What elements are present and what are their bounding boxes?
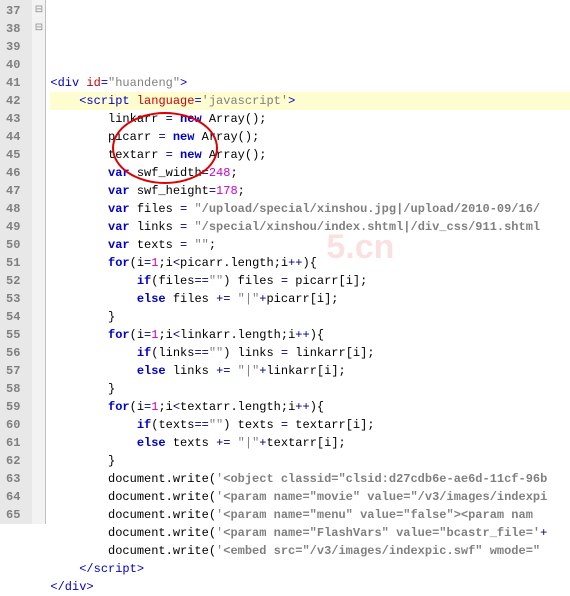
code-line[interactable]: picarr = new Array(); (50, 128, 570, 146)
fold-marker[interactable] (32, 488, 45, 506)
code-line[interactable]: document.write('<object classid="clsid:d… (50, 470, 570, 488)
code-line[interactable]: </div> (50, 578, 570, 596)
line-number: 42 (6, 92, 20, 110)
code-line[interactable]: else files += "|"+picarr[i]; (50, 290, 570, 308)
fold-marker[interactable] (32, 146, 45, 164)
fold-marker[interactable] (32, 416, 45, 434)
line-number-gutter: 3738394041424344454647484950515253545556… (0, 0, 32, 524)
code-line[interactable]: } (50, 452, 570, 470)
fold-marker[interactable] (32, 182, 45, 200)
fold-marker[interactable]: ⊟ (32, 2, 45, 20)
fold-marker[interactable] (32, 452, 45, 470)
fold-marker[interactable] (32, 380, 45, 398)
fold-gutter: ⊟⊟ (32, 0, 46, 524)
line-number: 64 (6, 488, 20, 506)
code-line[interactable]: for(i=1;i<linkarr.length;i++){ (50, 326, 570, 344)
line-number: 54 (6, 308, 20, 326)
code-line[interactable]: document.write('<param name="FlashVars" … (50, 524, 570, 542)
code-line[interactable]: document.write('<param name="menu" value… (50, 506, 570, 524)
fold-marker[interactable] (32, 506, 45, 524)
line-number: 41 (6, 74, 20, 92)
fold-marker[interactable] (32, 362, 45, 380)
code-line[interactable]: if(links=="") links = linkarr[i]; (50, 344, 570, 362)
code-line[interactable]: textarr = new Array(); (50, 146, 570, 164)
code-line[interactable]: <div id="huandeng"> (50, 74, 570, 92)
fold-marker[interactable] (32, 344, 45, 362)
fold-marker[interactable] (32, 254, 45, 272)
line-number: 58 (6, 380, 20, 398)
fold-marker[interactable] (32, 92, 45, 110)
code-line[interactable]: <script language='javascript'> (50, 92, 570, 110)
code-line[interactable]: else texts += "|"+textarr[i]; (50, 434, 570, 452)
code-line[interactable]: document.write('<embed src="/v3/images/i… (50, 542, 570, 560)
line-number: 56 (6, 344, 20, 362)
code-line[interactable]: var texts = ""; (50, 236, 570, 254)
fold-marker[interactable] (32, 110, 45, 128)
code-line[interactable]: var links = "/special/xinshou/index.shtm… (50, 218, 570, 236)
fold-marker[interactable] (32, 128, 45, 146)
line-number: 52 (6, 272, 20, 290)
line-number: 51 (6, 254, 20, 272)
line-number: 59 (6, 398, 20, 416)
line-number: 65 (6, 506, 20, 524)
fold-marker[interactable]: ⊟ (32, 20, 45, 38)
fold-marker[interactable] (32, 74, 45, 92)
fold-marker[interactable] (32, 398, 45, 416)
fold-marker[interactable] (32, 272, 45, 290)
fold-marker[interactable] (32, 290, 45, 308)
fold-marker[interactable] (32, 164, 45, 182)
code-line[interactable]: if(texts=="") texts = textarr[i]; (50, 416, 570, 434)
code-line[interactable]: </script> (50, 560, 570, 578)
line-number: 43 (6, 110, 20, 128)
line-number: 55 (6, 326, 20, 344)
code-line[interactable]: } (50, 380, 570, 398)
fold-marker[interactable] (32, 434, 45, 452)
line-number: 39 (6, 38, 20, 56)
code-line[interactable]: if(files=="") files = picarr[i]; (50, 272, 570, 290)
line-number: 37 (6, 2, 20, 20)
code-line[interactable]: var files = "/upload/special/xinshou.jpg… (50, 200, 570, 218)
fold-marker[interactable] (32, 236, 45, 254)
line-number: 45 (6, 146, 20, 164)
fold-marker[interactable] (32, 200, 45, 218)
line-number: 53 (6, 290, 20, 308)
line-number: 49 (6, 218, 20, 236)
code-line[interactable]: document.write('<param name="movie" valu… (50, 488, 570, 506)
fold-marker[interactable] (32, 38, 45, 56)
line-number: 48 (6, 200, 20, 218)
line-number: 63 (6, 470, 20, 488)
code-editor: 3738394041424344454647484950515253545556… (0, 0, 570, 524)
code-line[interactable]: var swf_height=178; (50, 182, 570, 200)
line-number: 40 (6, 56, 20, 74)
code-area: 5.cn <div id="huandeng"> <script languag… (46, 0, 570, 524)
line-number: 46 (6, 164, 20, 182)
line-number: 44 (6, 128, 20, 146)
fold-marker[interactable] (32, 326, 45, 344)
line-number: 60 (6, 416, 20, 434)
code-line[interactable]: var swf_width=248; (50, 164, 570, 182)
fold-marker[interactable] (32, 56, 45, 74)
code-line[interactable]: for(i=1;i<textarr.length;i++){ (50, 398, 570, 416)
code-line[interactable]: linkarr = new Array(); (50, 110, 570, 128)
fold-marker[interactable] (32, 308, 45, 326)
code-line[interactable]: } (50, 308, 570, 326)
fold-marker[interactable] (32, 470, 45, 488)
line-number: 50 (6, 236, 20, 254)
line-number: 61 (6, 434, 20, 452)
line-number: 47 (6, 182, 20, 200)
fold-marker[interactable] (32, 218, 45, 236)
line-number: 62 (6, 452, 20, 470)
line-number: 38 (6, 20, 20, 38)
line-number: 57 (6, 362, 20, 380)
code-line[interactable]: for(i=1;i<picarr.length;i++){ (50, 254, 570, 272)
code-line[interactable]: else links += "|"+linkarr[i]; (50, 362, 570, 380)
